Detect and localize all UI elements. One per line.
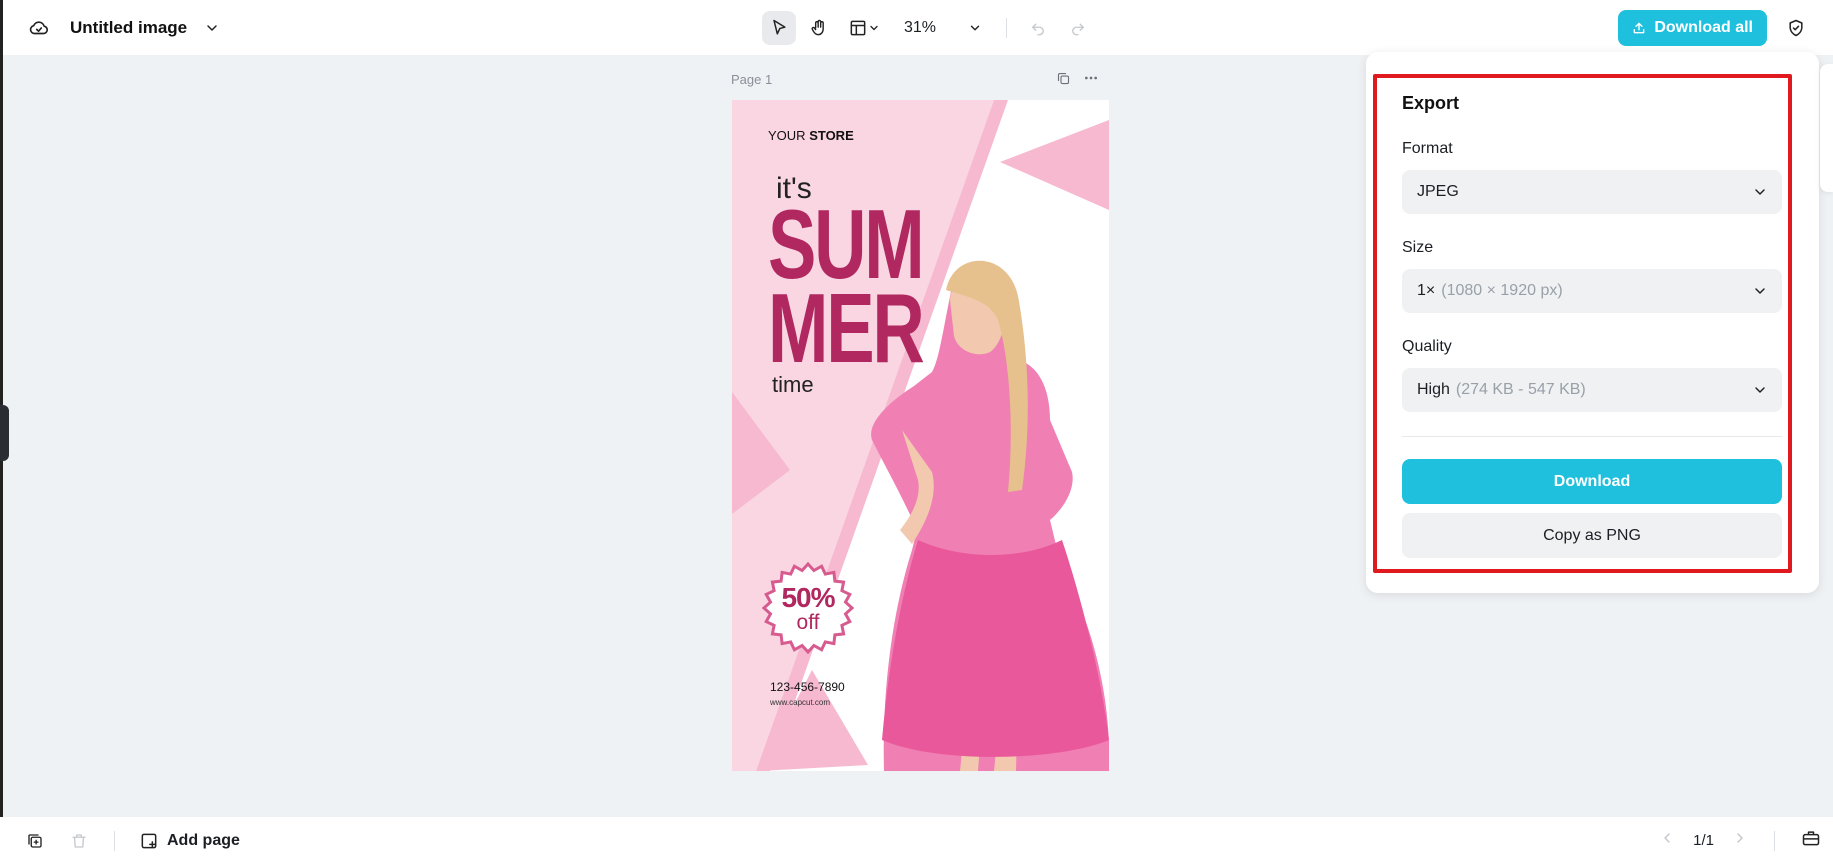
page-actions — [1056, 70, 1099, 91]
bottom-left: Add page — [18, 817, 240, 864]
quality-label: Quality — [1402, 338, 1452, 355]
trash-icon[interactable] — [62, 824, 96, 858]
badge-off: off — [796, 611, 820, 634]
canvas-page[interactable]: YOUR STORE it's SUM MER time 50% off 123… — [732, 100, 1109, 771]
toolbar-divider — [1006, 17, 1008, 38]
add-page-button[interactable]: Add page — [139, 831, 240, 851]
quality-value: High — [1417, 381, 1450, 398]
collapse-panel-handle[interactable] — [0, 405, 9, 461]
chevron-down-icon — [1752, 382, 1768, 403]
badge-percent: 50% — [781, 582, 835, 613]
add-page-label: Add page — [167, 831, 240, 849]
poster-phone: 123-456-7890 — [770, 680, 845, 694]
toolbar-right: Download all — [1618, 0, 1813, 55]
top-toolbar: Untitled image 31% Download all — [0, 0, 1833, 55]
headline-line-2: MER — [768, 273, 925, 383]
duplicate-page-icon[interactable] — [1056, 71, 1071, 91]
more-options-icon[interactable] — [1083, 70, 1099, 91]
redo-icon[interactable] — [1061, 11, 1095, 45]
layout-icon[interactable] — [842, 11, 886, 45]
bottom-toolbar: Add page 1/1 — [0, 817, 1833, 864]
copy-as-png-button[interactable]: Copy as PNG — [1402, 513, 1782, 558]
size-select[interactable]: 1× (1080 × 1920 px) — [1402, 269, 1782, 313]
bottom-right: 1/1 — [1659, 817, 1821, 864]
poster-time: time — [772, 372, 814, 397]
quality-detail: (274 KB - 547 KB) — [1455, 381, 1586, 398]
select-tool-icon[interactable] — [762, 10, 796, 45]
next-page-icon[interactable] — [1732, 830, 1748, 851]
page-indicator: 1/1 — [1693, 832, 1714, 849]
size-value: 1× — [1417, 282, 1436, 299]
download-all-button[interactable]: Download all — [1618, 9, 1767, 46]
hand-tool-icon[interactable] — [802, 11, 836, 45]
poster-store-name: YOUR STORE — [768, 128, 854, 143]
side-panel-edge — [1820, 64, 1833, 192]
store-name: STORE — [809, 128, 854, 143]
page-label: Page 1 — [731, 72, 773, 87]
badge-text: 50% off — [762, 562, 854, 654]
download-button[interactable]: Download — [1402, 459, 1782, 504]
format-value: JPEG — [1417, 183, 1459, 200]
poster-headline: SUM MER — [768, 195, 925, 383]
shield-icon[interactable] — [1779, 11, 1813, 45]
upload-icon — [1633, 22, 1645, 33]
download-all-label: Download all — [1654, 18, 1753, 36]
chevron-down-icon[interactable] — [195, 11, 229, 45]
briefcase-icon[interactable] — [1801, 828, 1821, 853]
undo-icon[interactable] — [1021, 11, 1055, 45]
export-divider — [1402, 436, 1782, 437]
chevron-down-icon — [1752, 283, 1768, 304]
bottom-right-divider — [1774, 830, 1775, 851]
zoom-level[interactable]: 31% — [904, 19, 936, 37]
document-title[interactable]: Untitled image — [70, 18, 187, 38]
poster-website: www.capcut.com — [770, 698, 831, 707]
export-title: Export — [1402, 93, 1460, 113]
toolbar-left: Untitled image — [22, 0, 229, 55]
format-label: Format — [1402, 140, 1453, 157]
previous-page-icon[interactable] — [1659, 830, 1675, 851]
discount-badge: 50% off — [762, 562, 854, 654]
size-detail: (1080 × 1920 px) — [1441, 282, 1563, 299]
store-prefix: YOUR — [768, 128, 806, 143]
format-select[interactable]: JPEG — [1402, 170, 1782, 214]
cloud-icon[interactable] — [22, 11, 56, 45]
add-page-icon — [141, 833, 157, 848]
chevron-down-icon — [1752, 184, 1768, 205]
toolbar-center: 31% — [762, 0, 1095, 55]
quality-select[interactable]: High (274 KB - 547 KB) — [1402, 368, 1782, 412]
size-label: Size — [1402, 239, 1434, 256]
zoom-chevron-icon[interactable] — [958, 11, 992, 45]
bottom-divider — [114, 830, 115, 851]
app-root: Untitled image 31% Download all Page 1 Y… — [0, 0, 1833, 864]
duplicate-page-icon[interactable] — [18, 824, 52, 858]
